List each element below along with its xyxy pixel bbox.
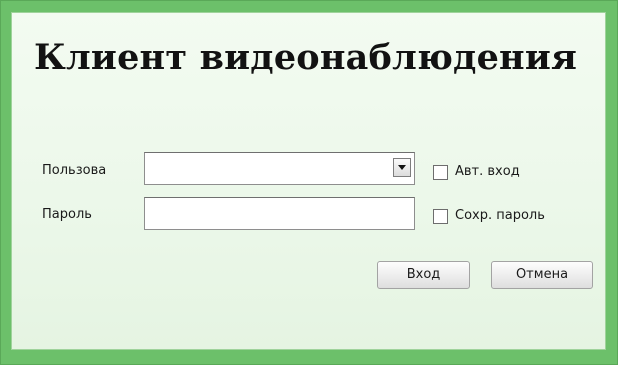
auto-login-checkbox[interactable] [433, 165, 448, 180]
login-dialog: Клиент видеонаблюдения Пользова Авт. вхо… [11, 12, 606, 350]
login-button[interactable]: Вход [377, 261, 470, 289]
window-frame: Клиент видеонаблюдения Пользова Авт. вхо… [0, 0, 618, 365]
password-field[interactable] [144, 197, 415, 230]
save-password-checkbox[interactable] [433, 209, 448, 224]
auto-login-label[interactable]: Авт. вход [455, 164, 520, 179]
password-label: Пароль [42, 207, 92, 222]
cancel-button[interactable]: Отмена [491, 261, 593, 289]
user-label: Пользова [42, 163, 107, 178]
user-dropdown-button[interactable] [393, 158, 411, 177]
dialog-title: Клиент видеонаблюдения [34, 37, 578, 78]
save-password-label[interactable]: Сохр. пароль [455, 208, 545, 223]
user-combobox[interactable] [144, 152, 415, 185]
chevron-down-icon [398, 165, 406, 170]
